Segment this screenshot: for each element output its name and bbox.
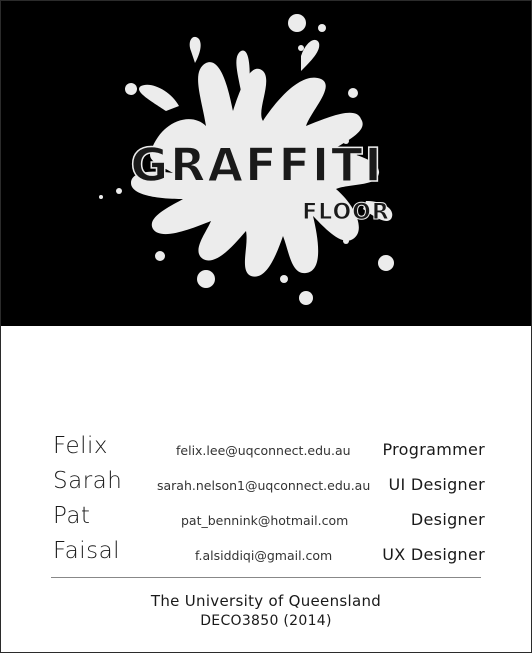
- business-card: GRAFFITI FLOOR Felix felix.lee@uqconnect…: [0, 0, 532, 653]
- member-name: Faisal: [53, 538, 121, 564]
- divider: [51, 577, 481, 578]
- team-member-row: Felix felix.lee@uqconnect.edu.au Program…: [53, 433, 487, 468]
- member-name: Sarah: [53, 468, 123, 494]
- member-email: felix.lee@uqconnect.edu.au: [176, 443, 351, 458]
- member-role: UX Designer: [382, 545, 485, 564]
- member-name: Felix: [53, 433, 109, 459]
- team-member-row: Sarah sarah.nelson1@uqconnect.edu.au UI …: [53, 468, 487, 503]
- course-code: DECO3850 (2014): [200, 613, 332, 629]
- member-role: Programmer: [382, 440, 485, 459]
- logo-title: GRAFFITI: [130, 138, 383, 192]
- member-role: Designer: [410, 510, 485, 529]
- paint-splash-logo: GRAFFITI FLOOR: [99, 14, 394, 305]
- member-email: pat_bennink@hotmail.com: [181, 513, 349, 528]
- institution-name: The University of Queensland: [150, 592, 382, 610]
- member-role: UI Designer: [388, 475, 485, 494]
- member-email: sarah.nelson1@uqconnect.edu.au: [157, 478, 371, 493]
- logo-subtitle: FLOOR: [302, 200, 390, 225]
- member-email: f.alsiddiqi@gmail.com: [195, 548, 333, 563]
- team-list: Felix felix.lee@uqconnect.edu.au Program…: [53, 433, 487, 573]
- team-member-row: Faisal f.alsiddiqi@gmail.com UX Designer: [53, 538, 487, 573]
- team-member-row: Pat pat_bennink@hotmail.com Designer: [53, 503, 487, 538]
- logo-banner: GRAFFITI FLOOR: [1, 1, 531, 326]
- member-name: Pat: [53, 503, 91, 529]
